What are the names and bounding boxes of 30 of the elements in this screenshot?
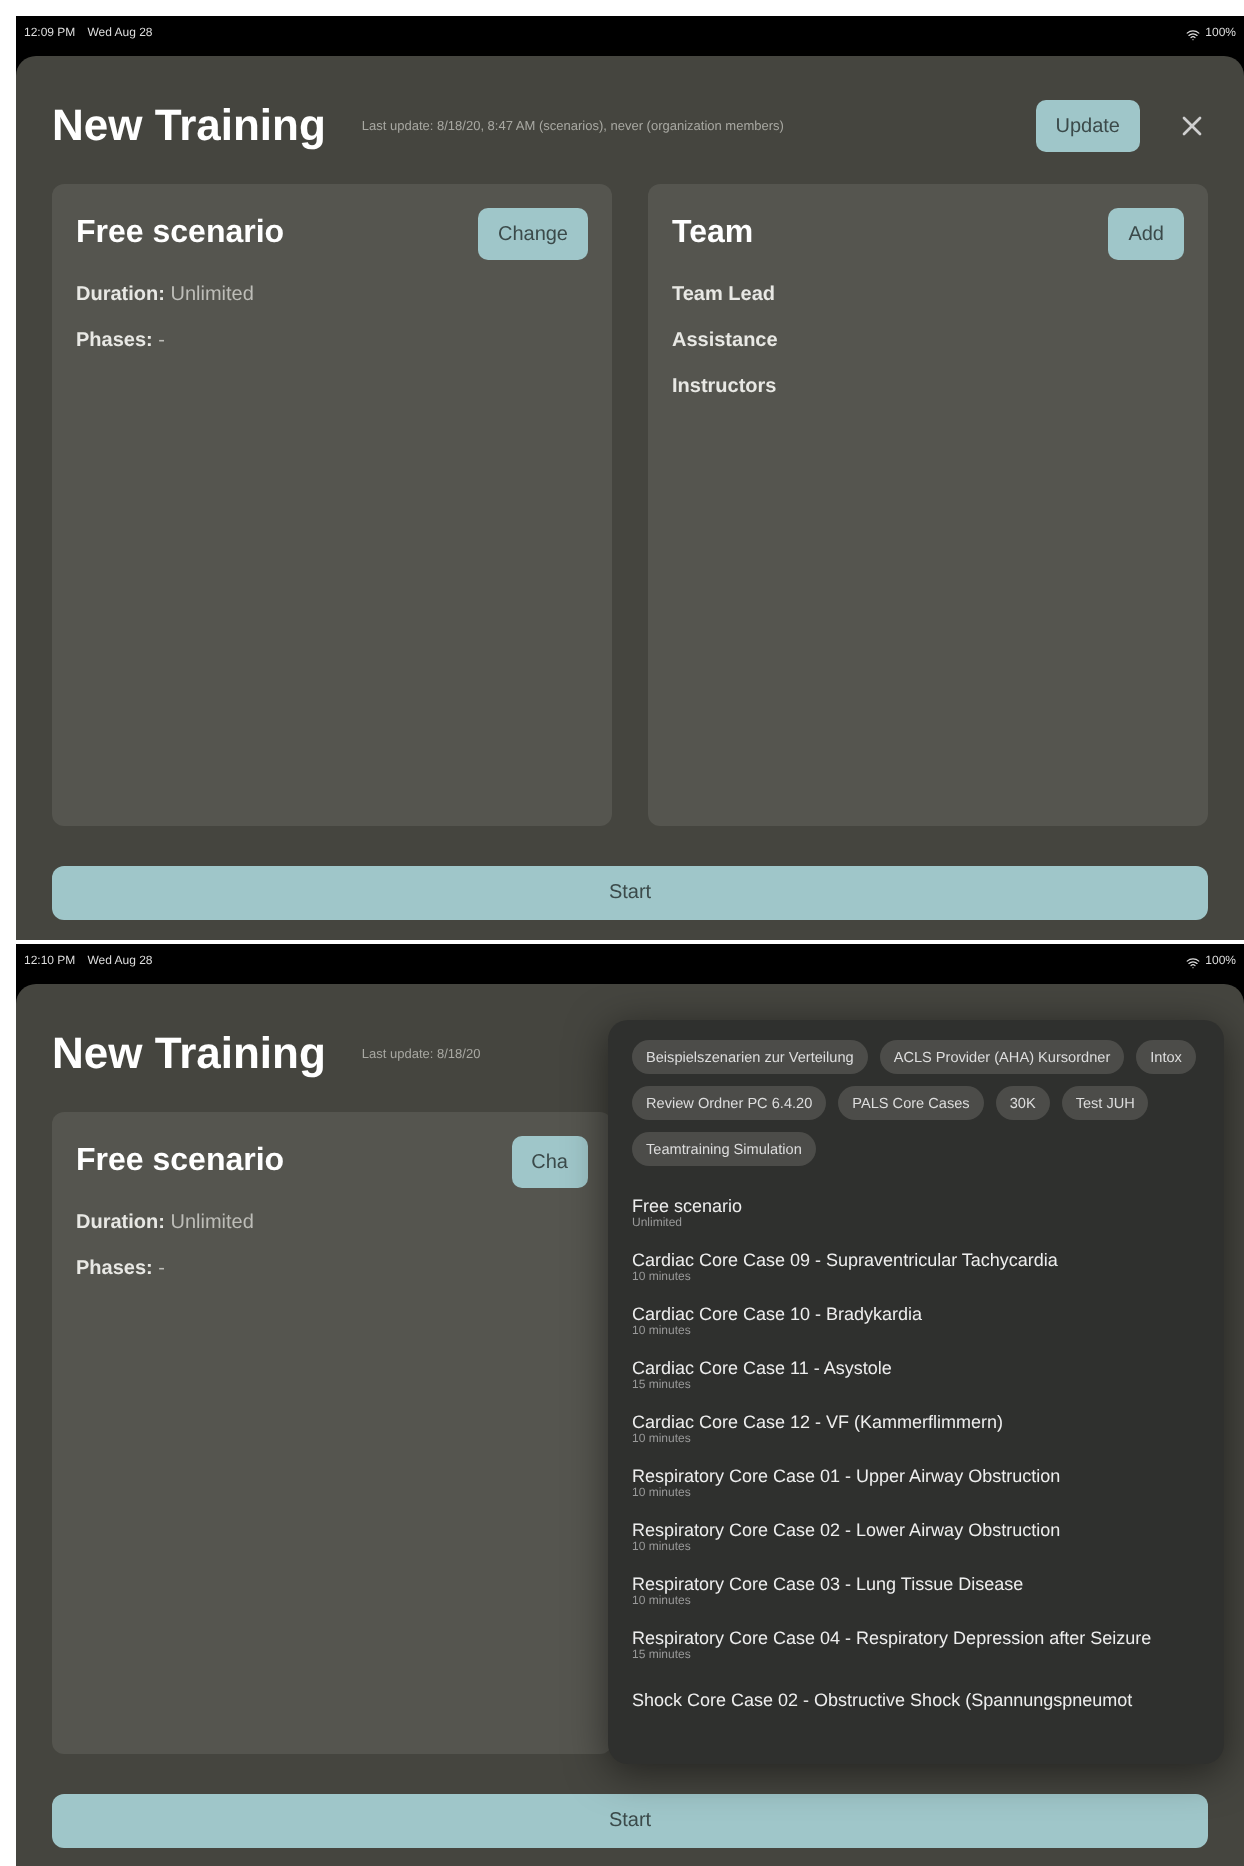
page-title: New Training bbox=[52, 100, 326, 152]
scenario-option[interactable]: Respiratory Core Case 01 - Upper Airway Obstruction bbox=[632, 1466, 1200, 1486]
scenario-detail: Duration: Unlimited bbox=[76, 284, 254, 306]
scenario-detail: Duration: Unlimited bbox=[76, 1212, 254, 1234]
scenario-title: Free scenario bbox=[76, 1144, 285, 1180]
scenario-title: Free scenario bbox=[76, 216, 285, 252]
scenario-detail: Phases: - bbox=[76, 330, 165, 352]
scenario-option[interactable]: Cardiac Core Case 09 - Supraventricular Tachycardia bbox=[632, 1250, 1200, 1270]
team-title: Team bbox=[672, 216, 754, 252]
page-title: New Training bbox=[52, 1028, 326, 1080]
team-role: Instructors bbox=[672, 376, 777, 398]
add-button[interactable]: Add bbox=[1108, 208, 1184, 260]
scenario-option[interactable]: Free scenario bbox=[632, 1196, 1200, 1216]
scenario-option[interactable]: Cardiac Core Case 12 - VF (Kammerflimmern) bbox=[632, 1412, 1200, 1432]
scenario-option[interactable]: Respiratory Core Case 02 - Lower Airway Obstruction bbox=[632, 1520, 1200, 1540]
start-button[interactable]: Start bbox=[52, 866, 1208, 920]
wifi-icon bbox=[1185, 955, 1200, 969]
team-role: Team Lead bbox=[672, 284, 775, 306]
team-role: Assistance bbox=[672, 330, 778, 352]
scenario-option[interactable]: Cardiac Core Case 10 - Bradykardia bbox=[632, 1304, 1200, 1324]
scenario-option[interactable]: Respiratory Core Case 04 - Respiratory Depression after Seizure bbox=[632, 1628, 1200, 1648]
scenario-option[interactable]: Respiratory Core Case 03 - Lung Tissue Disease bbox=[632, 1574, 1200, 1594]
scenario-option[interactable]: Cardiac Core Case 11 - Asystole bbox=[632, 1358, 1200, 1378]
scenario-option[interactable]: Shock Core Case 02 - Obstructive Shock (Spannungspneumot bbox=[632, 1689, 1200, 1709]
wifi-icon bbox=[1185, 27, 1200, 41]
update-button[interactable]: Update bbox=[1035, 100, 1140, 152]
scenario-detail: Phases: - bbox=[76, 1258, 165, 1280]
change-button[interactable]: Change bbox=[477, 208, 588, 260]
start-button[interactable]: Start bbox=[52, 1794, 1208, 1848]
change-button[interactable]: Cha bbox=[511, 1136, 588, 1188]
